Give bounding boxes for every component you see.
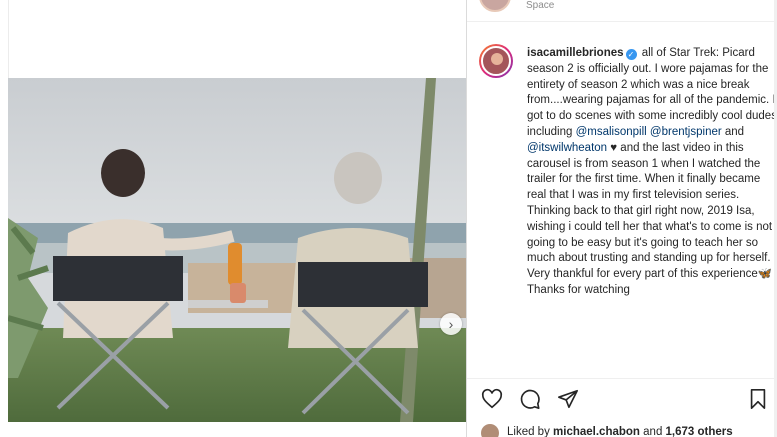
mention-itswilwheaton[interactable]: @itswilwheaton bbox=[527, 142, 607, 154]
previous-comment: Space bbox=[467, 0, 777, 22]
bookmark-icon[interactable] bbox=[746, 387, 770, 411]
liker-avatar[interactable] bbox=[481, 424, 499, 437]
action-bar bbox=[467, 378, 777, 416]
caption-text: isacamillebriones ✓ all of Star Trek: Pic… bbox=[527, 46, 777, 299]
likes-text[interactable]: Liked by michael.chabon and 1,673 others bbox=[507, 426, 733, 437]
mention-msalisonpill[interactable]: @msalisonpill bbox=[576, 126, 647, 138]
previous-comment-text: Space bbox=[526, 0, 555, 11]
photo-illustration bbox=[8, 78, 466, 422]
author-avatar[interactable] bbox=[479, 44, 513, 78]
likes-prefix: Liked by bbox=[507, 426, 554, 437]
post-detail-pane: Space isacamillebriones ✓ all of Star Tre… bbox=[467, 0, 777, 437]
author-username[interactable]: isacamillebriones bbox=[527, 47, 624, 59]
chevron-right-icon[interactable]: › bbox=[440, 313, 462, 335]
liker-username[interactable]: michael.chabon bbox=[553, 426, 640, 437]
caption-and: and bbox=[721, 125, 745, 138]
likes-and: and bbox=[639, 426, 666, 437]
comment-icon[interactable] bbox=[518, 387, 542, 411]
caption-continued: ♥ and the last video in this carousel is… bbox=[527, 141, 773, 296]
mention-brentjspiner[interactable]: @brentjspiner bbox=[650, 126, 722, 138]
media-top-blank bbox=[8, 0, 466, 78]
likes-summary: Liked by michael.chabon and 1,673 others bbox=[467, 424, 777, 437]
share-icon[interactable] bbox=[556, 387, 580, 411]
post-caption: isacamillebriones ✓ all of Star Trek: Pic… bbox=[479, 44, 777, 370]
post-media-pane: › bbox=[0, 0, 466, 437]
previous-comment-avatar[interactable] bbox=[479, 0, 511, 12]
heart-icon[interactable] bbox=[480, 387, 504, 411]
post-photo[interactable]: › bbox=[8, 78, 466, 422]
caption-body: all of Star Trek: Picard season 2 is off… bbox=[527, 47, 777, 138]
likes-count[interactable]: 1,673 others bbox=[666, 426, 733, 437]
verified-badge-icon: ✓ bbox=[625, 49, 637, 60]
